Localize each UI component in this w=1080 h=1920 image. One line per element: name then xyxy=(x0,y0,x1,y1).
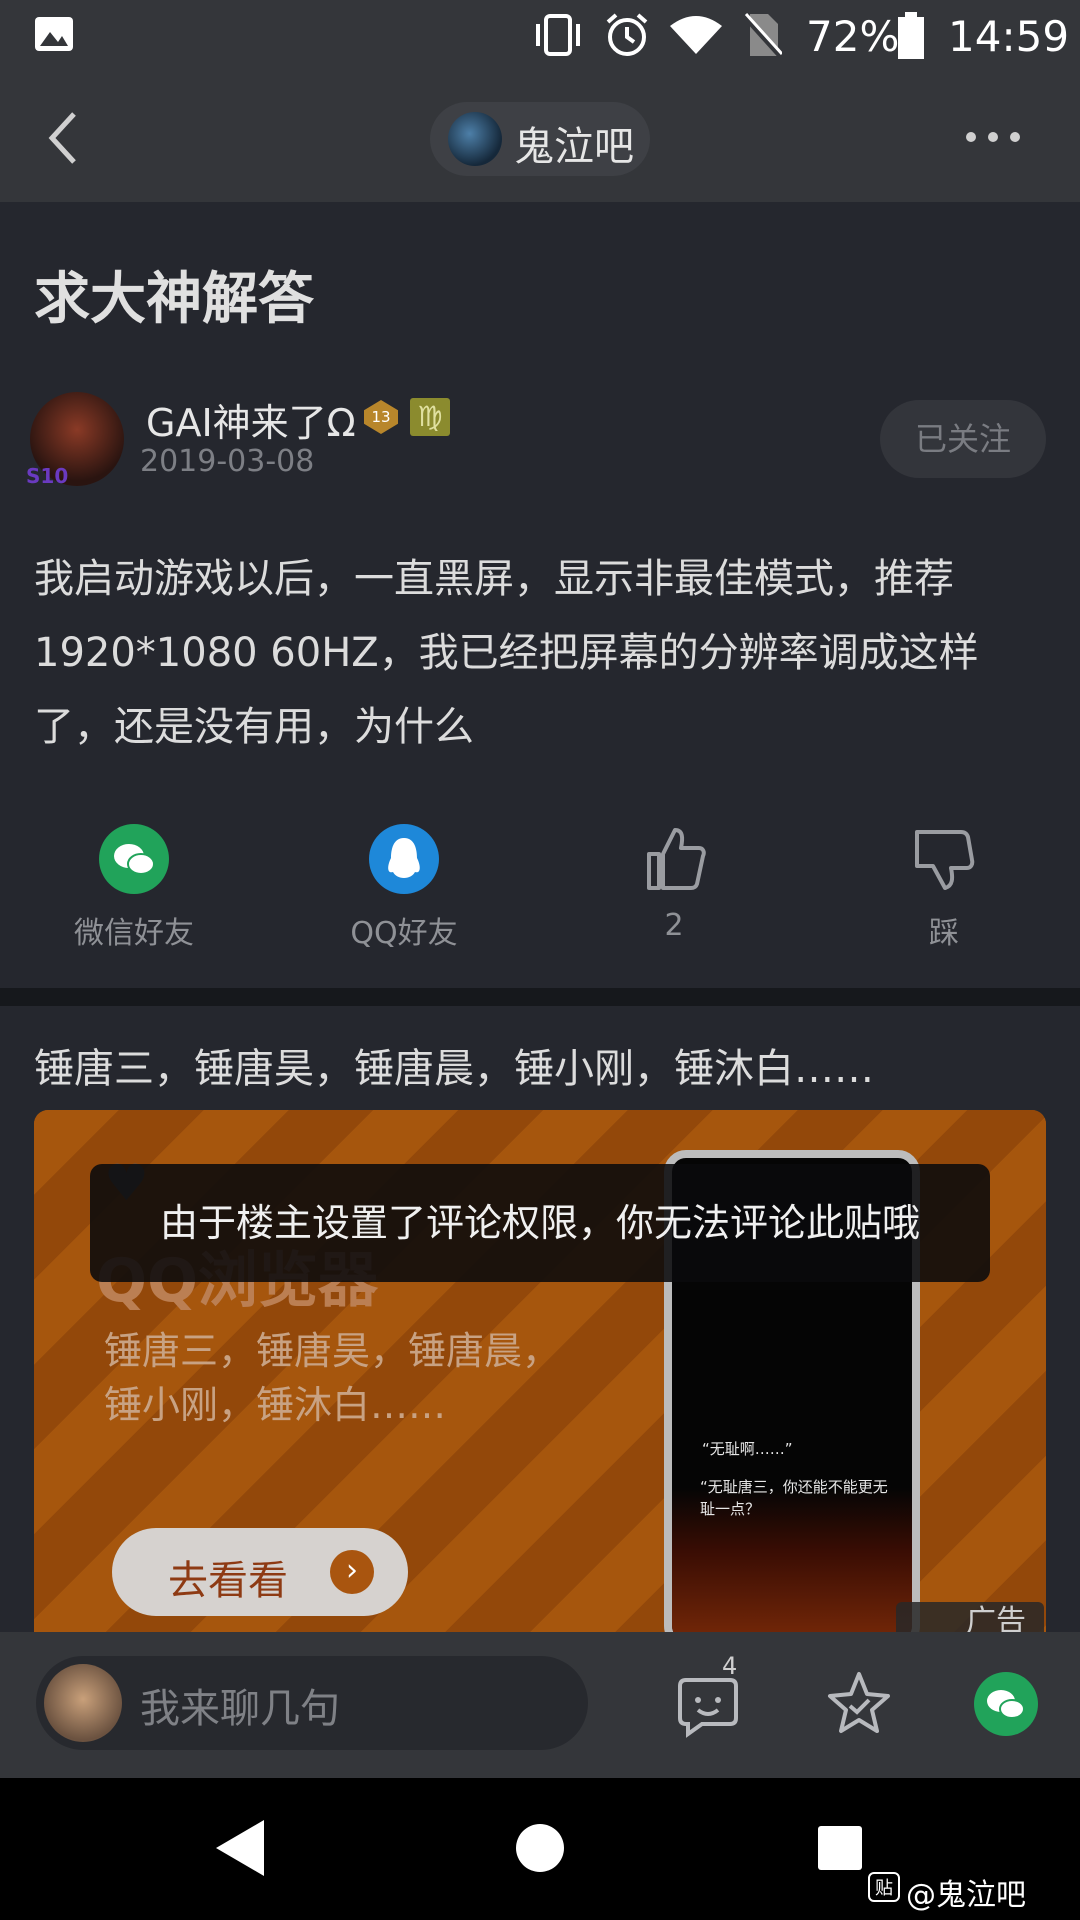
ad-cta-label: 去看看 xyxy=(168,1558,288,1604)
share-wechat-label: 微信好友 xyxy=(74,916,194,951)
level-badge: 13 xyxy=(364,400,398,434)
comment-placeholder: 我来聊几句 xyxy=(140,1686,340,1732)
qq-icon xyxy=(369,824,439,894)
nav-recents-icon[interactable] xyxy=(816,1824,864,1872)
thumbs-down-icon xyxy=(915,830,975,890)
battery-icon xyxy=(898,12,924,59)
wechat-icon xyxy=(99,824,169,894)
section-divider xyxy=(0,988,1080,1006)
alarm-icon xyxy=(606,13,648,56)
comment-input[interactable]: 我来聊几句 xyxy=(36,1656,588,1750)
ad-subtitle-line2: 锤小刚，锤沐白…… xyxy=(104,1383,447,1427)
gallery-icon xyxy=(35,17,73,51)
thumbs-up-icon xyxy=(647,828,706,890)
ad-section[interactable]: 锤唐三，锤唐昊，锤唐晨，锤小刚，锤沐白…… ♥ QQ浏览器 锤唐三，锤唐昊，锤唐… xyxy=(0,1006,1080,1632)
post-content: 我启动游戏以后，一直黑屏，显示非最佳模式，推荐1920*1080 60HZ，我已… xyxy=(34,556,979,750)
wifi-icon xyxy=(670,16,722,54)
tieba-logo-icon: 贴 xyxy=(868,1872,900,1902)
phone-quote-1: “无耻啊……” xyxy=(702,1440,793,1458)
forum-avatar xyxy=(448,112,502,166)
system-nav-bar: 贴 @鬼泣吧 xyxy=(0,1778,1080,1920)
favorite-star-icon[interactable] xyxy=(826,1670,892,1736)
like-button[interactable]: 2 xyxy=(574,824,774,943)
dislike-label: 踩 xyxy=(929,916,959,951)
share-wechat-button[interactable]: 微信好友 xyxy=(34,824,234,952)
more-options-icon[interactable] xyxy=(964,130,1022,144)
nav-back-icon[interactable] xyxy=(214,1818,266,1878)
clock: 14:59 xyxy=(948,12,1070,61)
ad-tag: 广告 xyxy=(896,1602,1044,1632)
nav-home-icon[interactable] xyxy=(514,1822,566,1874)
share-qq-label: QQ好友 xyxy=(350,916,458,951)
toast-message: 由于楼主设置了评论权限，你无法评论此贴哦 xyxy=(90,1164,990,1282)
post-section: 求大神解答 S10 GAI神来了Ω 13 ♍ 2019-03-08 已关注 我启… xyxy=(0,202,1080,988)
svg-text:贴: 贴 xyxy=(875,1878,893,1899)
vibrate-icon xyxy=(536,14,580,56)
user-avatar xyxy=(44,1664,122,1742)
no-sim-icon xyxy=(742,12,782,58)
forum-name: 鬼泣吧 xyxy=(514,124,634,170)
post-title: 求大神解答 xyxy=(34,267,314,332)
reply-count: 4 xyxy=(722,1652,738,1680)
reply-icon[interactable] xyxy=(676,1672,740,1738)
avatar-badge: S10 xyxy=(26,464,69,488)
like-count: 2 xyxy=(664,908,684,943)
status-bar: 72% 14:59 xyxy=(0,0,1080,74)
wechat-share-icon[interactable] xyxy=(974,1672,1038,1736)
watermark: @鬼泣吧 xyxy=(906,1878,1026,1913)
zodiac-badge: ♍ xyxy=(410,398,450,436)
top-nav-bar: 鬼泣吧 xyxy=(0,74,1080,202)
comment-bar: 我来聊几句 4 xyxy=(0,1632,1080,1778)
post-date: 2019-03-08 xyxy=(140,444,315,479)
ad-cta-button[interactable]: 去看看 › xyxy=(112,1528,408,1616)
back-arrow-icon[interactable] xyxy=(44,110,84,166)
phone-quote-2: “无耻唐三，你还能不能更无耻一点？ xyxy=(700,1478,888,1518)
dislike-button[interactable]: 踩 xyxy=(844,824,1044,952)
ad-subtitle-line1: 锤唐三，锤唐昊，锤唐晨， xyxy=(104,1329,561,1373)
share-qq-button[interactable]: QQ好友 xyxy=(304,824,504,952)
battery-percent: 72% xyxy=(806,12,900,61)
ad-text: 锤唐三，锤唐昊，锤唐晨，锤小刚，锤沐白…… xyxy=(34,1046,874,1092)
author-name[interactable]: GAI神来了Ω xyxy=(146,392,356,447)
forum-chip[interactable]: 鬼泣吧 xyxy=(430,102,650,176)
follow-button[interactable]: 已关注 xyxy=(880,400,1046,478)
chevron-right-icon: › xyxy=(330,1550,374,1594)
